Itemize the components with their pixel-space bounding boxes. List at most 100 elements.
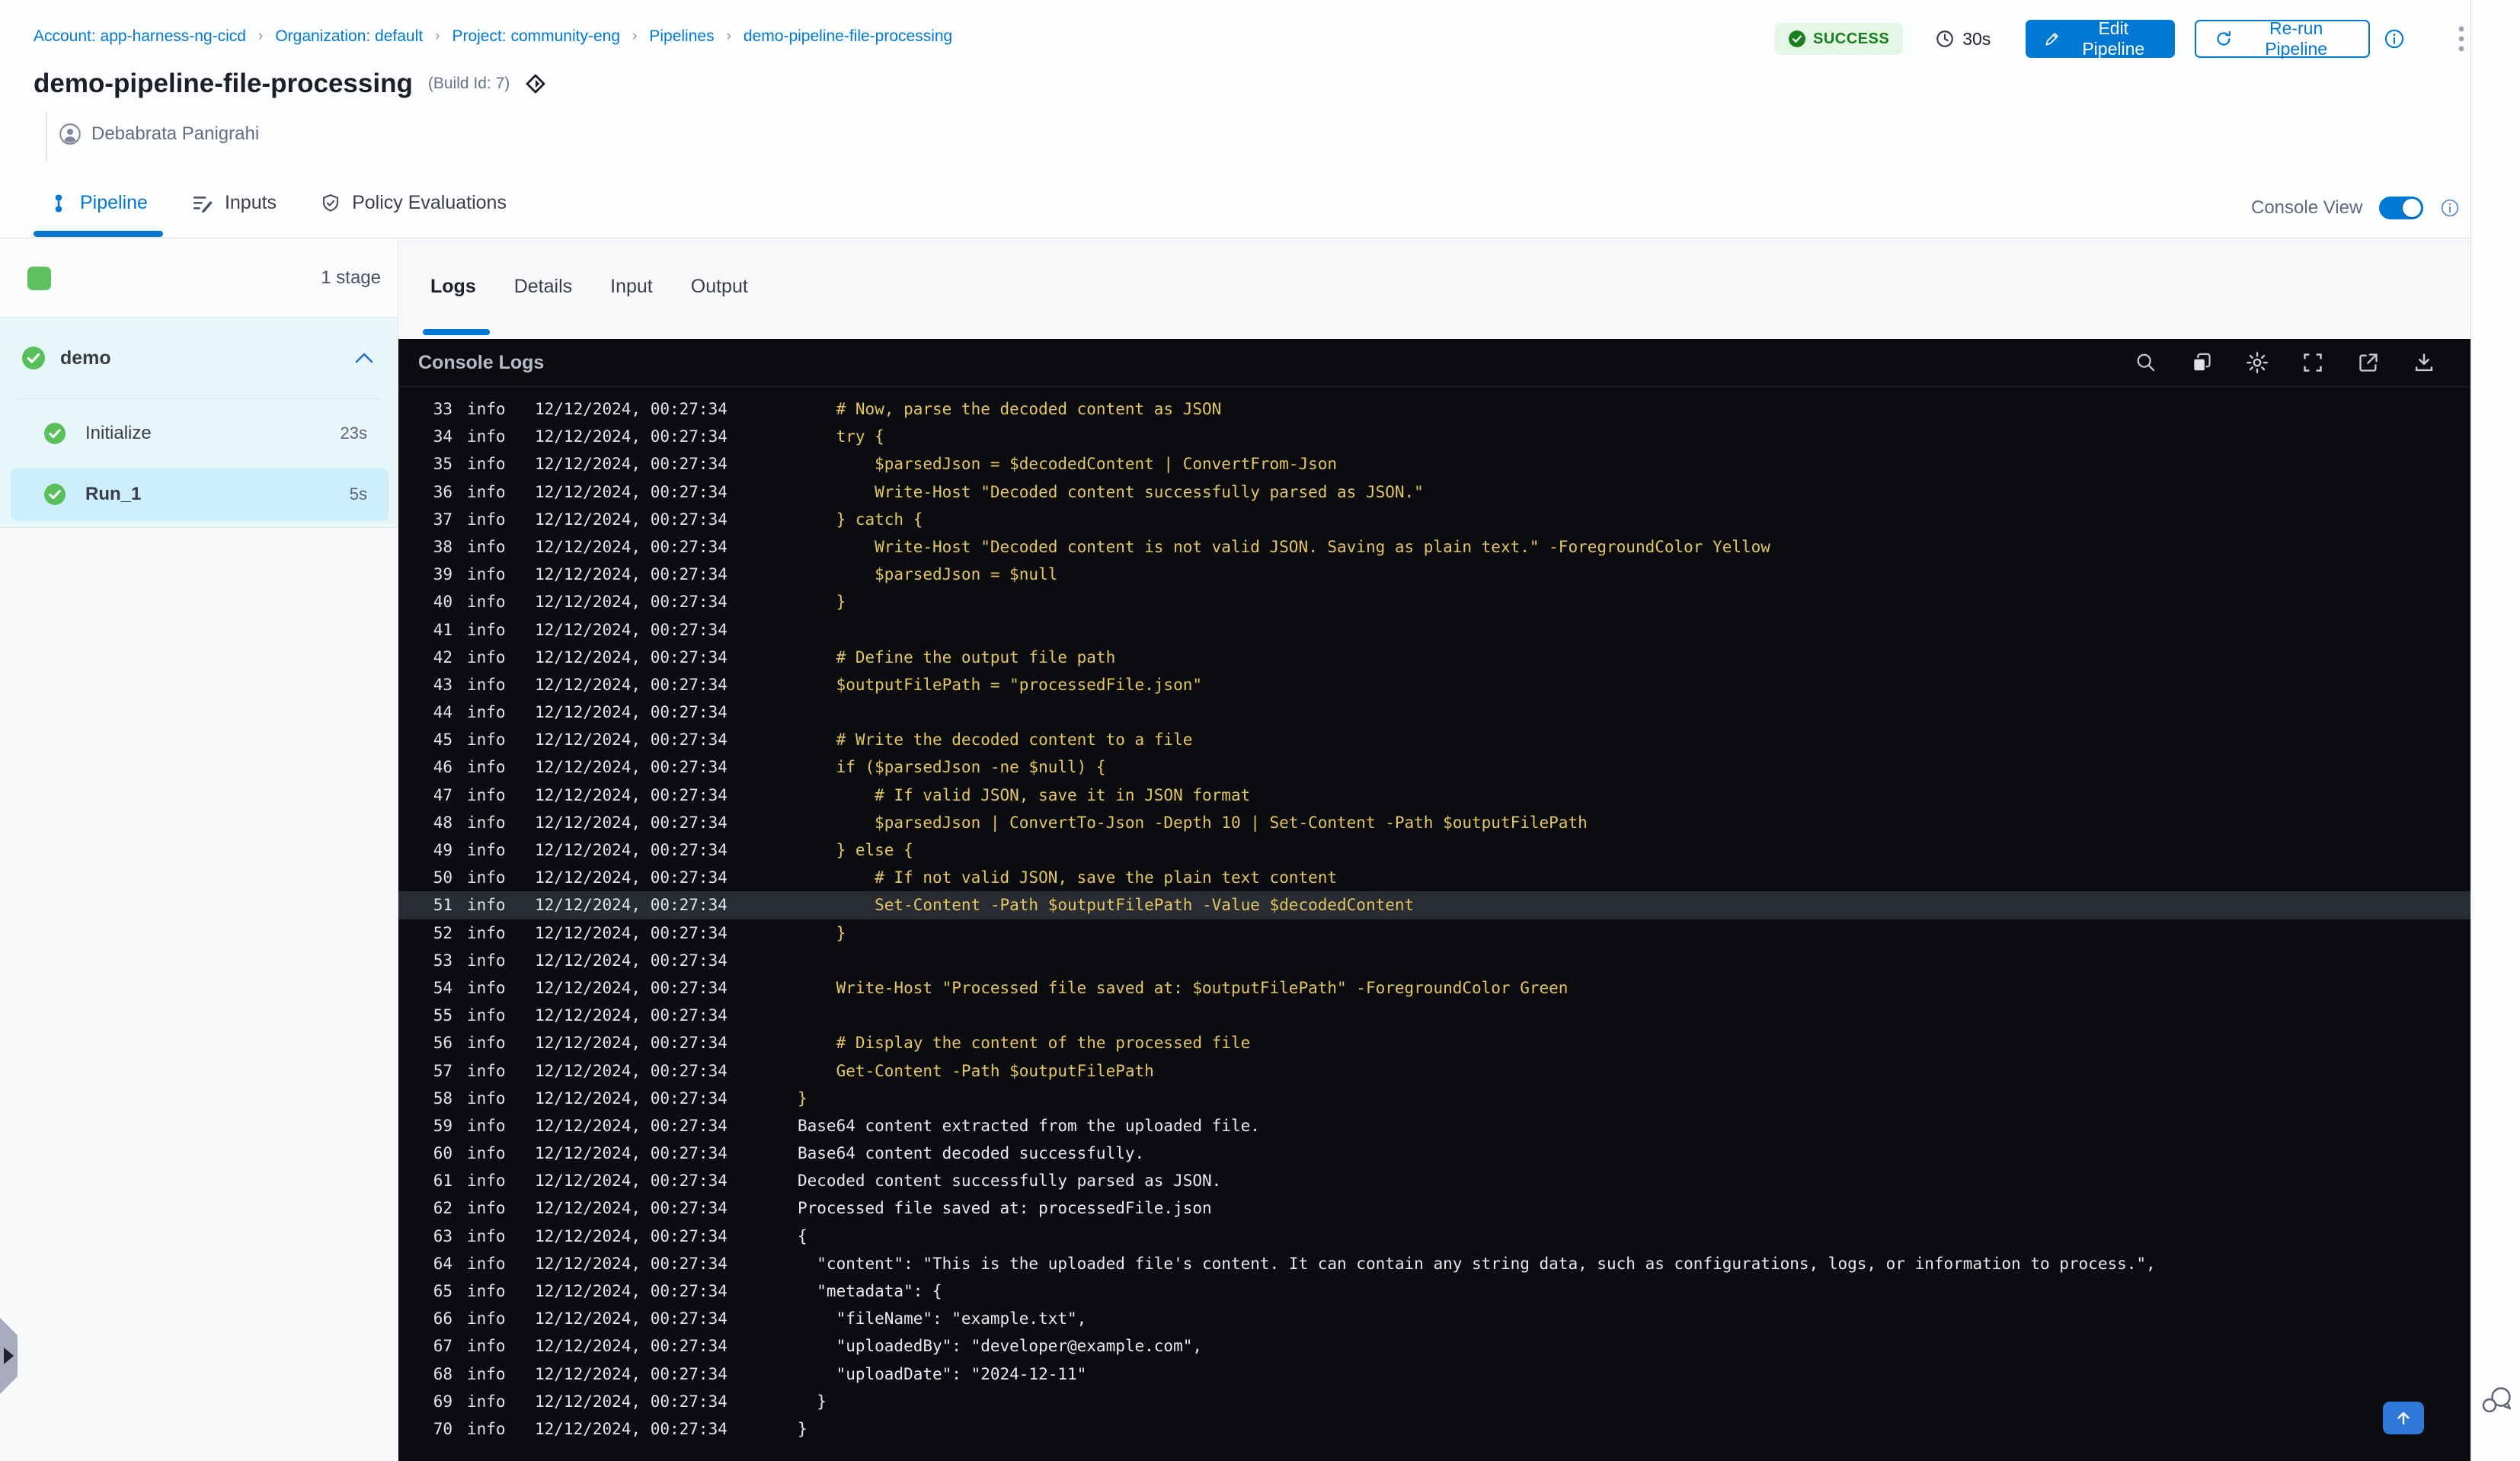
tab-output[interactable]: Output	[691, 276, 748, 298]
log-line-number[interactable]: 70	[432, 1415, 453, 1443]
log-line[interactable]: 53 info 12/12/2024, 00:27:34	[398, 947, 2470, 974]
log-line-number[interactable]: 61	[432, 1167, 453, 1194]
log-line-number[interactable]: 59	[432, 1112, 453, 1140]
log-scroll-area[interactable]: 33 info 12/12/2024, 00:27:34 # Now, pars…	[398, 388, 2470, 1461]
log-line-number[interactable]: 47	[432, 782, 453, 809]
log-line-number[interactable]: 62	[432, 1194, 453, 1222]
log-line[interactable]: 39 info 12/12/2024, 00:27:34 $parsedJson…	[398, 561, 2470, 588]
log-line-number[interactable]: 65	[432, 1277, 453, 1305]
log-line-number[interactable]: 52	[432, 919, 453, 947]
log-line-number[interactable]: 48	[432, 809, 453, 836]
stage-row-demo[interactable]: demo	[0, 318, 398, 398]
chevron-up-icon[interactable]	[355, 352, 373, 364]
log-line[interactable]: 42 info 12/12/2024, 00:27:34 # Define th…	[398, 644, 2470, 671]
console-view-info-icon[interactable]	[2440, 198, 2460, 218]
log-line[interactable]: 45 info 12/12/2024, 00:27:34 # Write the…	[398, 726, 2470, 753]
log-line-number[interactable]: 36	[432, 478, 453, 506]
log-line[interactable]: 69 info 12/12/2024, 00:27:34 }	[398, 1388, 2470, 1415]
more-options-icon[interactable]	[2452, 22, 2470, 56]
log-line[interactable]: 52 info 12/12/2024, 00:27:34 }	[398, 919, 2470, 947]
log-line-number[interactable]: 35	[432, 450, 453, 478]
log-line[interactable]: 63 info 12/12/2024, 00:27:34 {	[398, 1223, 2470, 1250]
scroll-to-top-button[interactable]	[2383, 1402, 2424, 1434]
breadcrumb-item[interactable]: Pipelines	[649, 27, 714, 46]
log-line-number[interactable]: 34	[432, 423, 453, 450]
fullscreen-icon[interactable]	[2301, 351, 2324, 374]
log-line-number[interactable]: 43	[432, 671, 453, 699]
log-line-number[interactable]: 40	[432, 588, 453, 615]
log-line[interactable]: 65 info 12/12/2024, 00:27:34 "metadata":…	[398, 1277, 2470, 1305]
log-line[interactable]: 46 info 12/12/2024, 00:27:34 if ($parsed…	[398, 753, 2470, 781]
log-line-number[interactable]: 69	[432, 1388, 453, 1415]
log-line[interactable]: 50 info 12/12/2024, 00:27:34 # If not va…	[398, 864, 2470, 891]
log-line[interactable]: 64 info 12/12/2024, 00:27:34 "content": …	[398, 1250, 2470, 1277]
tab-input[interactable]: Input	[610, 276, 653, 298]
rerun-pipeline-button[interactable]: Re-run Pipeline	[2195, 18, 2370, 59]
log-line[interactable]: 36 info 12/12/2024, 00:27:34 Write-Host …	[398, 478, 2470, 506]
log-line[interactable]: 60 info 12/12/2024, 00:27:34 Base64 cont…	[398, 1140, 2470, 1167]
log-line[interactable]: 33 info 12/12/2024, 00:27:34 # Now, pars…	[398, 395, 2470, 423]
log-line-number[interactable]: 33	[432, 395, 453, 423]
info-icon[interactable]	[2384, 28, 2405, 50]
log-line[interactable]: 41 info 12/12/2024, 00:27:34	[398, 616, 2470, 644]
breadcrumb-item[interactable]: Project: community-eng	[452, 27, 620, 46]
log-line[interactable]: 62 info 12/12/2024, 00:27:34 Processed f…	[398, 1194, 2470, 1222]
tab-logs[interactable]: Logs	[430, 276, 476, 298]
log-line-number[interactable]: 57	[432, 1057, 453, 1085]
log-line-number[interactable]: 41	[432, 616, 453, 644]
copy-icon[interactable]	[2190, 351, 2213, 374]
log-line[interactable]: 35 info 12/12/2024, 00:27:34 $parsedJson…	[398, 450, 2470, 478]
breadcrumb-item[interactable]: Organization: default	[275, 27, 423, 46]
log-line-number[interactable]: 66	[432, 1305, 453, 1332]
log-line[interactable]: 54 info 12/12/2024, 00:27:34 Write-Host …	[398, 974, 2470, 1002]
log-line[interactable]: 51 info 12/12/2024, 00:27:34 Set-Content…	[398, 891, 2470, 919]
log-line[interactable]: 48 info 12/12/2024, 00:27:34 $parsedJson…	[398, 809, 2470, 836]
support-chat-icon[interactable]	[2480, 1386, 2514, 1414]
log-line-number[interactable]: 53	[432, 947, 453, 974]
tab-pipeline[interactable]: Pipeline	[49, 192, 148, 214]
log-line[interactable]: 57 info 12/12/2024, 00:27:34 Get-Content…	[398, 1057, 2470, 1085]
log-line[interactable]: 37 info 12/12/2024, 00:27:34 } catch {	[398, 506, 2470, 533]
log-line-number[interactable]: 46	[432, 753, 453, 781]
log-line-number[interactable]: 56	[432, 1029, 453, 1057]
log-line-number[interactable]: 39	[432, 561, 453, 588]
log-line[interactable]: 70 info 12/12/2024, 00:27:34 }	[398, 1415, 2470, 1443]
console-view-toggle[interactable]	[2379, 197, 2424, 219]
log-line[interactable]: 58 info 12/12/2024, 00:27:34 }	[398, 1085, 2470, 1112]
search-icon[interactable]	[2135, 351, 2157, 374]
log-line[interactable]: 61 info 12/12/2024, 00:27:34 Decoded con…	[398, 1167, 2470, 1194]
log-line-number[interactable]: 42	[432, 644, 453, 671]
edit-pipeline-button[interactable]: Edit Pipeline	[2026, 18, 2176, 59]
log-line-number[interactable]: 44	[432, 699, 453, 726]
breadcrumb-item[interactable]: Account: app-harness-ng-cicd	[34, 27, 246, 46]
log-line[interactable]: 34 info 12/12/2024, 00:27:34 try {	[398, 423, 2470, 450]
log-line[interactable]: 68 info 12/12/2024, 00:27:34 "uploadDate…	[398, 1360, 2470, 1388]
log-line-number[interactable]: 49	[432, 836, 453, 864]
log-line[interactable]: 38 info 12/12/2024, 00:27:34 Write-Host …	[398, 533, 2470, 561]
tab-inputs[interactable]: Inputs	[192, 192, 277, 214]
log-line-number[interactable]: 63	[432, 1223, 453, 1250]
log-line-number[interactable]: 51	[432, 891, 453, 919]
log-line-number[interactable]: 68	[432, 1360, 453, 1388]
tab-details[interactable]: Details	[514, 276, 572, 298]
log-line-number[interactable]: 45	[432, 726, 453, 753]
expand-panel-handle[interactable]	[0, 1318, 18, 1394]
breadcrumb-item[interactable]: demo-pipeline-file-processing	[744, 27, 952, 46]
log-line[interactable]: 49 info 12/12/2024, 00:27:34 } else {	[398, 836, 2470, 864]
log-line-number[interactable]: 38	[432, 533, 453, 561]
log-line[interactable]: 40 info 12/12/2024, 00:27:34 }	[398, 588, 2470, 615]
diamond-icon[interactable]	[525, 73, 546, 94]
step-row-initialize[interactable]: Initialize 23s	[11, 407, 389, 460]
tab-policy-evaluations[interactable]: Policy Evaluations	[321, 192, 507, 214]
log-line[interactable]: 55 info 12/12/2024, 00:27:34	[398, 1002, 2470, 1029]
log-line[interactable]: 43 info 12/12/2024, 00:27:34 $outputFile…	[398, 671, 2470, 699]
log-line[interactable]: 44 info 12/12/2024, 00:27:34	[398, 699, 2470, 726]
log-line-number[interactable]: 50	[432, 864, 453, 891]
log-line-number[interactable]: 67	[432, 1332, 453, 1360]
log-line-number[interactable]: 64	[432, 1250, 453, 1277]
log-line-number[interactable]: 58	[432, 1085, 453, 1112]
log-line-number[interactable]: 55	[432, 1002, 453, 1029]
step-row-run-1[interactable]: Run_1 5s	[11, 468, 389, 521]
log-line-number[interactable]: 37	[432, 506, 453, 533]
settings-icon[interactable]	[2246, 351, 2269, 374]
